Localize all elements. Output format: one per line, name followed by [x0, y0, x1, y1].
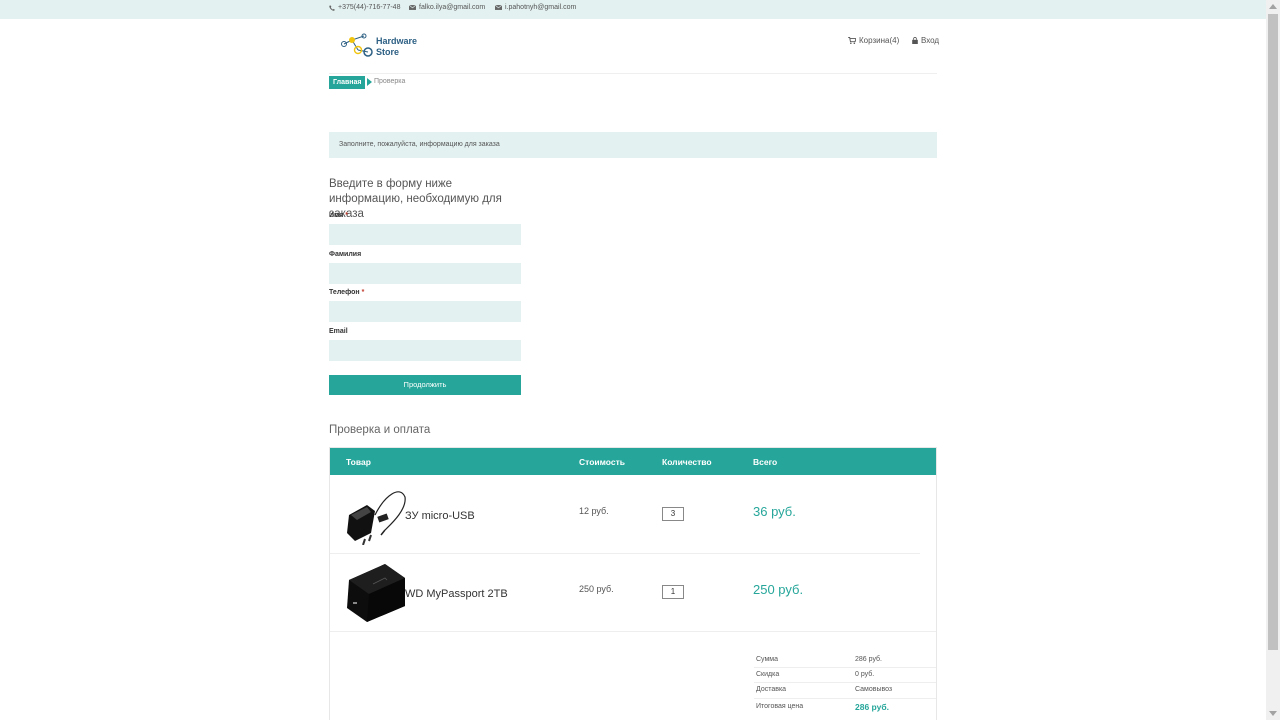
last-name-label-text: Фамилия: [329, 251, 362, 258]
cart-link[interactable]: Корзина(4): [848, 36, 899, 45]
checkout-title: Проверка и оплата: [329, 424, 431, 436]
phone-icon: [329, 4, 335, 11]
molecule-logo-icon: [341, 33, 373, 57]
quantity-input[interactable]: 1: [662, 585, 684, 599]
shopping-cart-icon: [848, 37, 856, 44]
summary-divider: [754, 698, 936, 699]
phone-label: Телефон *: [329, 289, 364, 296]
summary-label: Доставка: [756, 686, 787, 693]
product-name[interactable]: ЗУ micro-USB: [405, 510, 475, 522]
column-product: Товар: [346, 457, 371, 467]
last-name-label: Фамилия: [329, 251, 361, 258]
email-label: Email: [329, 328, 348, 335]
cart-table-header: Товар Стоимость Количество Всего: [330, 448, 936, 475]
summary-label-final: Итоговая цена: [756, 703, 804, 710]
summary-divider: [754, 667, 936, 668]
form-title: Введите в форму ниже информацию, необход…: [329, 178, 502, 220]
product-price: 12 руб.: [579, 506, 609, 516]
breadcrumb-home[interactable]: Главная: [329, 76, 366, 89]
contact-email-2[interactable]: i.pahotnyh@gmail.com: [495, 4, 576, 11]
product-price: 250 руб.: [579, 584, 614, 594]
row-divider: [330, 553, 920, 554]
summary-final-price: 286 руб.: [855, 702, 889, 712]
notice-text: Заполните, пожалуйста, информацию для за…: [339, 141, 500, 148]
envelope-icon: [409, 5, 416, 10]
column-price: Стоимость: [579, 457, 625, 467]
contact-email-1[interactable]: falko.ilya@gmail.com: [409, 4, 485, 11]
summary-label: Сумма: [756, 656, 778, 663]
page-scrollbar[interactable]: [1266, 0, 1280, 720]
email-1-text[interactable]: falko.ilya@gmail.com: [419, 4, 485, 11]
product-name[interactable]: WD MyPassport 2TB: [405, 588, 508, 600]
email-label-text: Email: [329, 328, 348, 335]
contact-phone: +375(44)-716-77-48: [329, 4, 400, 11]
scroll-up-icon[interactable]: [1269, 4, 1277, 9]
phone-label-text: Телефон: [329, 289, 360, 296]
login-link[interactable]: Вход: [912, 36, 939, 45]
last-name-field[interactable]: [329, 263, 521, 284]
scroll-down-icon[interactable]: [1269, 711, 1277, 716]
email-field[interactable]: [329, 340, 521, 361]
envelope-icon: [495, 5, 502, 10]
row-total: 36 руб.: [753, 504, 796, 519]
hard-drive-icon: [347, 564, 405, 622]
email-2-text[interactable]: i.pahotnyh@gmail.com: [505, 4, 576, 11]
breadcrumb-arrow-icon: [367, 78, 372, 86]
continue-button[interactable]: Продолжить: [329, 375, 521, 395]
summary-label: Скидка: [756, 671, 780, 678]
logo-text[interactable]: Hardware Store: [376, 36, 417, 58]
cart-table: Товар Стоимость Количество Всего ЗУ micr…: [329, 447, 937, 720]
info-notice: Заполните, пожалуйста, информацию для за…: [329, 132, 937, 158]
summary-value: 0 руб.: [855, 671, 875, 678]
required-marker: *: [361, 289, 365, 296]
first-name-field[interactable]: [329, 224, 521, 245]
logo-line-2: Store: [376, 47, 400, 57]
logo-line-1: Hardware: [376, 36, 418, 46]
column-total: Всего: [753, 457, 778, 467]
cart-label[interactable]: Корзина(4): [859, 36, 899, 45]
quantity-input[interactable]: 3: [662, 507, 684, 521]
phone-field[interactable]: [329, 301, 521, 322]
charger-icon: [347, 491, 406, 545]
first-name-label-text: Имя: [329, 212, 344, 219]
row-total: 250 руб.: [753, 582, 804, 597]
scrollbar-thumb[interactable]: [1268, 14, 1278, 650]
row-divider: [330, 631, 936, 632]
summary-value: 286 руб.: [855, 656, 882, 663]
phone-text: +375(44)-716-77-48: [338, 4, 401, 11]
header-divider: [329, 73, 937, 74]
lock-icon: [912, 37, 918, 44]
login-label[interactable]: Вход: [921, 36, 939, 45]
top-contact-bar: +375(44)-716-77-48 falko.ilya@gmail.com …: [0, 0, 1266, 19]
summary-divider: [754, 682, 936, 683]
breadcrumb-current: Проверка: [374, 78, 406, 85]
first-name-label: Имя *: [329, 212, 348, 219]
summary-value: Самовывоз: [855, 686, 893, 693]
required-marker: *: [345, 212, 348, 219]
column-quantity: Количество: [662, 457, 712, 467]
